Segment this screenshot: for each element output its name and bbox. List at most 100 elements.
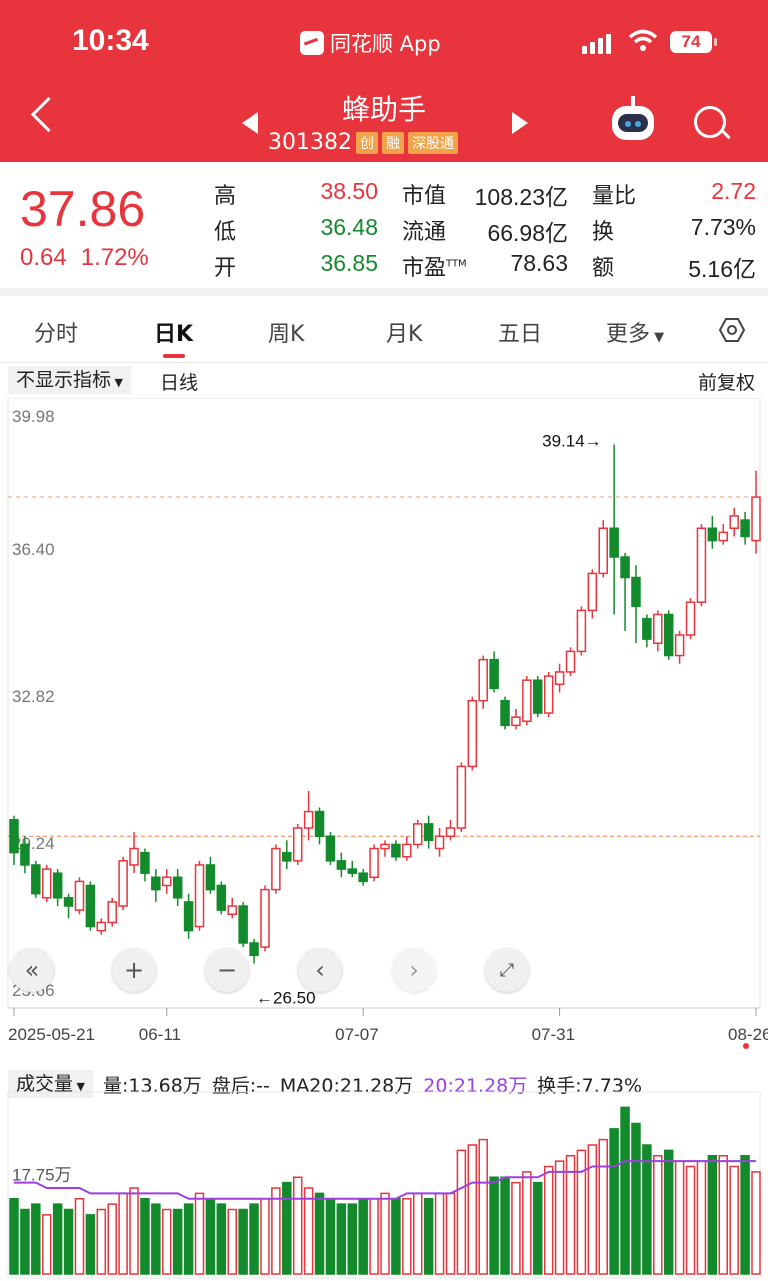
volume-bar [151,1203,161,1275]
volume-bar [511,1181,521,1275]
volume-bar [107,1203,117,1275]
tab-fenshi[interactable]: 分时 [34,316,78,348]
candle-body [642,617,652,640]
volume-bar [183,1203,194,1275]
candle-body [238,905,248,944]
volume-bar [20,1208,30,1275]
volume-bar [194,1192,205,1275]
fullscreen-button[interactable]: ⤢ [485,948,529,992]
candle-body [554,671,565,686]
next-stock-button[interactable] [512,112,528,134]
settings-icon[interactable] [718,316,746,344]
candle-body [227,905,237,915]
volume-bar [260,1198,270,1275]
candle-body [380,843,390,850]
plus-icon: + [123,956,145,984]
indicator-dropdown[interactable]: 不显示指标 ▼ [8,366,131,394]
adjust-button[interactable]: 前复权 [698,368,755,395]
signal-icon [582,32,611,54]
app-header: 10:34 同花顺 App 74 蜂助手 301382 创 融 深股通 [0,0,768,162]
ths-logo-icon [300,31,324,55]
volume-bar [402,1198,412,1275]
volume-bar [740,1155,750,1275]
float-value: 66.98亿 [487,220,568,246]
volume-bar [41,1214,52,1275]
open-label: 开 [214,256,237,281]
candle-body [696,527,707,603]
candle-body [271,847,281,891]
candle-body [249,942,259,957]
assistant-robot-icon[interactable] [612,96,654,140]
fullscreen-icon: ⤢ [499,959,515,981]
volume-bar [96,1208,107,1275]
candle-body [391,843,401,858]
pe-ttm: TTM [446,258,467,270]
volume-bar [718,1155,729,1275]
volume-bar [620,1106,630,1275]
tab-month-k[interactable]: 月K [386,316,422,348]
candle-body [325,835,336,862]
candle-body [107,901,117,924]
volume-bar [587,1144,598,1275]
volume-bar [63,1208,74,1275]
float-label: 流通 [402,220,447,245]
candle-body [576,609,587,653]
volume-bar [456,1149,467,1275]
volume-tick-label: 17.75万 [12,1166,72,1185]
candle-body [522,679,532,722]
tab-week-k[interactable]: 周K [268,316,304,348]
tag-rong: 融 [381,131,404,154]
latest-dot [743,1043,749,1049]
line-type-label[interactable]: 日线 [160,368,198,395]
candle-body [216,884,227,911]
rewind-button[interactable]: « [10,948,54,992]
candle-body [31,864,41,895]
scroll-left-button[interactable]: ‹ [298,948,342,992]
candle-body [282,851,292,862]
status-app-label: 同花顺 App [330,32,441,56]
minus-icon: − [216,956,238,984]
volume-bar [9,1198,19,1275]
volume-bar [729,1165,739,1275]
scroll-right-button[interactable]: › [392,948,436,992]
candle-body [336,860,347,870]
volume-bar [467,1144,478,1275]
candle-body [674,634,685,657]
volume-bar [696,1160,707,1275]
volume-bar [522,1171,532,1275]
active-tab-indicator [163,354,185,358]
candle-body [456,765,467,829]
zoom-in-button[interactable]: + [112,948,156,992]
search-icon[interactable] [694,106,726,138]
volume-bar [391,1198,401,1275]
volume-bar [489,1176,499,1275]
candle-body [118,860,128,907]
chevron-right-icon: › [409,956,419,984]
volume-bar [238,1208,248,1275]
volume-bar [554,1160,565,1275]
amount-value: 5.16亿 [688,256,756,282]
stock-code-row: 301382 创 融 深股通 [268,130,458,155]
volume-bar [533,1181,543,1275]
volume-bar [674,1160,685,1275]
high-price-marker: 39.14→ [542,431,602,450]
candle-body [292,827,303,862]
prev-stock-button[interactable] [242,112,258,134]
x-tick-label: 2025-05-21 [8,1025,95,1044]
volume-bar [434,1192,445,1275]
volume-bar [609,1128,619,1275]
candle-body [314,810,325,837]
candle-body [445,827,456,837]
pe-value: 78.63 [510,250,568,276]
zoom-out-button[interactable]: − [205,948,249,992]
candle-body [172,876,183,899]
tab-day-k[interactable]: 日K [154,316,193,348]
candle-body [663,613,674,657]
tab-five-day[interactable]: 五日 [498,316,542,348]
candle-body [511,716,521,727]
pe-label-text: 市盈 [402,256,447,281]
volume-chart[interactable]: 17.75万 [0,1062,768,1281]
candle-body [151,876,161,891]
tab-more[interactable]: 更多 ▼ [606,316,664,348]
low-price-marker: ←26.50 [256,989,316,1008]
